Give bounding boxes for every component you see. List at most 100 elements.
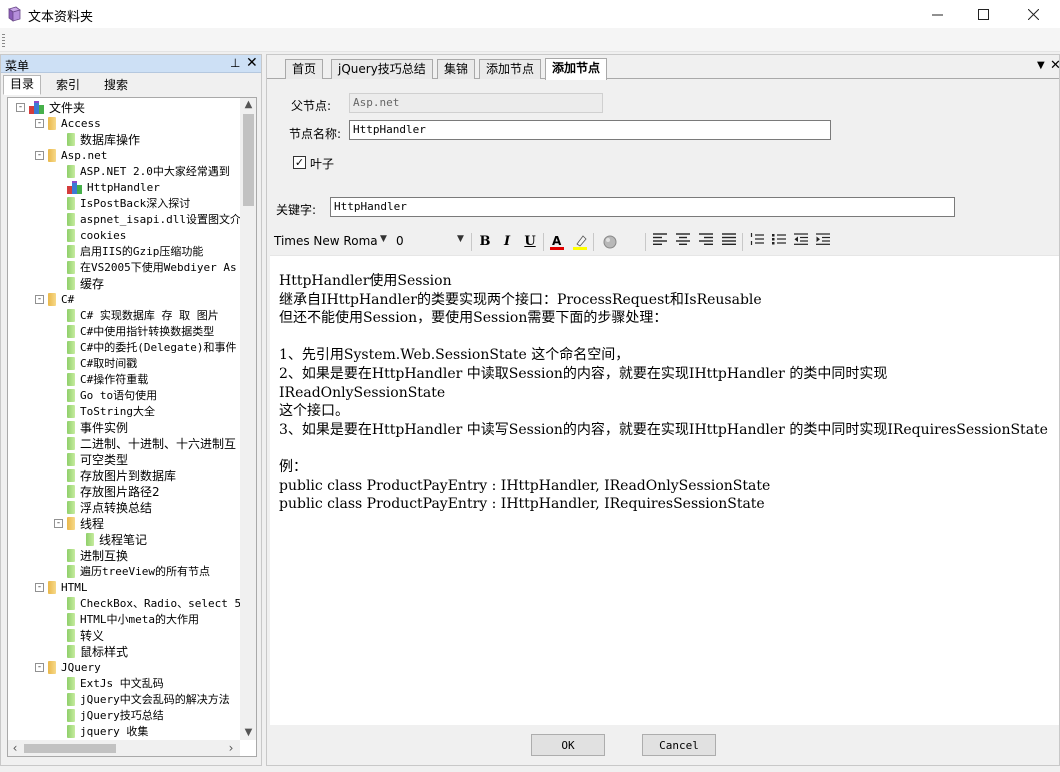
- tree-leaf-node[interactable]: IsPostBack深入探讨: [54, 195, 190, 211]
- tree-leaf-node[interactable]: 缓存: [54, 275, 104, 291]
- tree-folder-node[interactable]: - 线程: [54, 515, 104, 531]
- horizontal-scroll-thumb[interactable]: [24, 744, 116, 753]
- tab-close-icon[interactable]: ✕: [1050, 58, 1060, 73]
- bold-icon[interactable]: B: [475, 233, 495, 251]
- vertical-scroll-thumb[interactable]: [243, 114, 254, 206]
- maximize-icon: [977, 8, 989, 20]
- insert-image-icon[interactable]: [600, 233, 620, 251]
- tree-leaf-node[interactable]: C# 实现数据库 存 取 图片: [54, 307, 219, 323]
- tree-leaf-node[interactable]: jQuery技巧总结: [54, 707, 164, 723]
- collapse-icon[interactable]: -: [16, 102, 25, 112]
- tree-leaf-node[interactable]: C#中使用指针转换数据类型: [54, 323, 214, 339]
- tree-leaf-node[interactable]: CheckBox、Radio、select 5: [54, 595, 241, 611]
- collapse-icon[interactable]: -: [35, 118, 44, 128]
- tab-collection[interactable]: 集锦: [437, 59, 476, 79]
- align-left-icon[interactable]: [650, 233, 670, 251]
- tab-contents[interactable]: 目录: [3, 75, 42, 95]
- ok-button[interactable]: OK: [531, 734, 605, 756]
- collapse-icon[interactable]: -: [35, 662, 44, 672]
- collapse-icon[interactable]: -: [35, 150, 44, 160]
- tree-folder-node[interactable]: - Access: [35, 115, 101, 131]
- document-icon: [67, 308, 75, 322]
- document-icon: [67, 212, 75, 226]
- tree-leaf-node[interactable]: C#操作符重载: [54, 371, 148, 387]
- justify-icon[interactable]: [719, 233, 739, 251]
- scroll-down-icon[interactable]: ▼: [240, 726, 256, 740]
- tree-leaf-node[interactable]: cookies: [54, 227, 126, 243]
- tab-search[interactable]: 搜索: [97, 76, 135, 94]
- tree-leaf-node[interactable]: 事件实例: [54, 419, 128, 435]
- leaf-checkbox[interactable]: ✓: [293, 156, 306, 169]
- tree-leaf-node[interactable]: 二进制、十进制、十六进制互: [54, 435, 236, 451]
- tree-leaf-node[interactable]: C#中的委托(Delegate)和事件: [54, 339, 236, 355]
- tree-leaf-node[interactable]: 转义: [54, 627, 104, 643]
- font-color-icon[interactable]: A: [547, 233, 567, 251]
- bullet-list-icon[interactable]: [769, 233, 789, 251]
- size-dropdown-icon[interactable]: ▼: [457, 234, 464, 244]
- scroll-left-icon[interactable]: ‹: [8, 740, 22, 756]
- numbered-list-icon[interactable]: [747, 233, 767, 251]
- font-family-select[interactable]: Times New Roma: [272, 232, 390, 252]
- font-dropdown-icon[interactable]: ▼: [380, 234, 387, 244]
- tree-folder-node[interactable]: - HTML: [35, 579, 88, 595]
- tree-leaf-node[interactable]: Go to语句使用: [54, 387, 157, 403]
- tree-leaf-node[interactable]: 进制互换: [54, 547, 128, 563]
- tab-add-node-2[interactable]: 添加节点: [545, 58, 608, 80]
- keyword-input[interactable]: HttpHandler: [330, 197, 955, 217]
- align-right-icon[interactable]: [696, 233, 716, 251]
- highlight-color-icon[interactable]: [570, 233, 590, 251]
- tree-leaf-node[interactable]: HttpHandler: [54, 179, 160, 195]
- tree-leaf-node[interactable]: 可空类型: [54, 451, 128, 467]
- tree-leaf-node[interactable]: 鼠标样式: [54, 643, 128, 659]
- collapse-icon[interactable]: -: [35, 294, 44, 304]
- tree-node-label: 在VS2005下使用Webdiyer As: [80, 261, 237, 274]
- node-name-input[interactable]: HttpHandler: [349, 120, 831, 140]
- tab-jquery-tips[interactable]: jQuery技巧总结: [331, 59, 433, 79]
- tree-leaf-node[interactable]: 线程笔记: [73, 531, 147, 547]
- tree-leaf-node[interactable]: jquery 收集: [54, 723, 148, 739]
- tree-folder-node[interactable]: - C#: [35, 291, 74, 307]
- tree-folder-node[interactable]: - JQuery: [35, 659, 101, 675]
- tree-leaf-node[interactable]: 存放图片到数据库: [54, 467, 176, 483]
- tree-vertical-scrollbar[interactable]: ▲ ▼: [240, 98, 256, 740]
- tab-home[interactable]: 首页: [285, 59, 324, 79]
- tree-leaf-node[interactable]: C#取时间戳: [54, 355, 137, 371]
- cancel-button[interactable]: Cancel: [642, 734, 716, 756]
- tree-leaf-node[interactable]: HTML中小meta的大作用: [54, 611, 199, 627]
- tree-node-label: C#取时间戳: [80, 357, 138, 370]
- rich-text-editor[interactable]: HttpHandler使用Session 继承自IHttpHandler的类要实现…: [270, 255, 1059, 725]
- tab-add-node-1[interactable]: 添加节点: [479, 59, 542, 79]
- close-window-button[interactable]: [1010, 0, 1056, 28]
- scroll-right-icon[interactable]: ›: [224, 740, 238, 756]
- tab-index[interactable]: 索引: [49, 76, 87, 94]
- align-center-icon[interactable]: [673, 233, 693, 251]
- tree-leaf-node[interactable]: 遍历treeView的所有节点: [54, 563, 210, 579]
- tree-leaf-node[interactable]: 启用IIS的Gzip压缩功能: [54, 243, 203, 259]
- tree-leaf-node[interactable]: ASP.NET 2.0中大家经常遇到: [54, 163, 230, 179]
- minimize-button[interactable]: [914, 0, 960, 28]
- underline-icon[interactable]: U: [520, 233, 540, 251]
- collapse-icon[interactable]: -: [35, 582, 44, 592]
- tree-leaf-node[interactable]: 浮点转换总结: [54, 499, 152, 515]
- tree-folder-node[interactable]: - Asp.net: [35, 147, 107, 163]
- toolstrip-grip-icon[interactable]: [2, 34, 5, 48]
- tree-leaf-node[interactable]: 存放图片路径2: [54, 483, 160, 499]
- tree-leaf-node[interactable]: ToString大全: [54, 403, 155, 419]
- scroll-up-icon[interactable]: ▲: [240, 98, 256, 112]
- pin-icon[interactable]: ⊥: [230, 56, 240, 70]
- outdent-icon[interactable]: [791, 233, 811, 251]
- maximize-button[interactable]: [960, 0, 1006, 28]
- tree-leaf-node[interactable]: jQuery中文会乱码的解决方法: [54, 691, 230, 707]
- tree-leaf-node[interactable]: 数据库操作: [54, 131, 140, 147]
- tree-leaf-node[interactable]: ExtJs 中文乱码: [54, 675, 164, 691]
- tree-leaf-node[interactable]: aspnet_isapi.dll设置图文介: [54, 211, 241, 227]
- tabs-dropdown-icon[interactable]: ▼: [1037, 60, 1045, 71]
- italic-icon[interactable]: I: [497, 233, 517, 251]
- tree-folder-node[interactable]: - 文件夹: [16, 99, 85, 115]
- tree-leaf-node[interactable]: 在VS2005下使用Webdiyer As: [54, 259, 237, 275]
- indent-icon[interactable]: [813, 233, 833, 251]
- tree-horizontal-scrollbar[interactable]: ‹ ›: [8, 740, 240, 756]
- collapse-icon[interactable]: -: [54, 518, 63, 528]
- folder-tree[interactable]: - 文件夹 - Access 数据库操作 - Asp.net ASP.NET 2.0中大家经常…: [7, 97, 257, 757]
- panel-close-icon[interactable]: ✕: [246, 55, 258, 71]
